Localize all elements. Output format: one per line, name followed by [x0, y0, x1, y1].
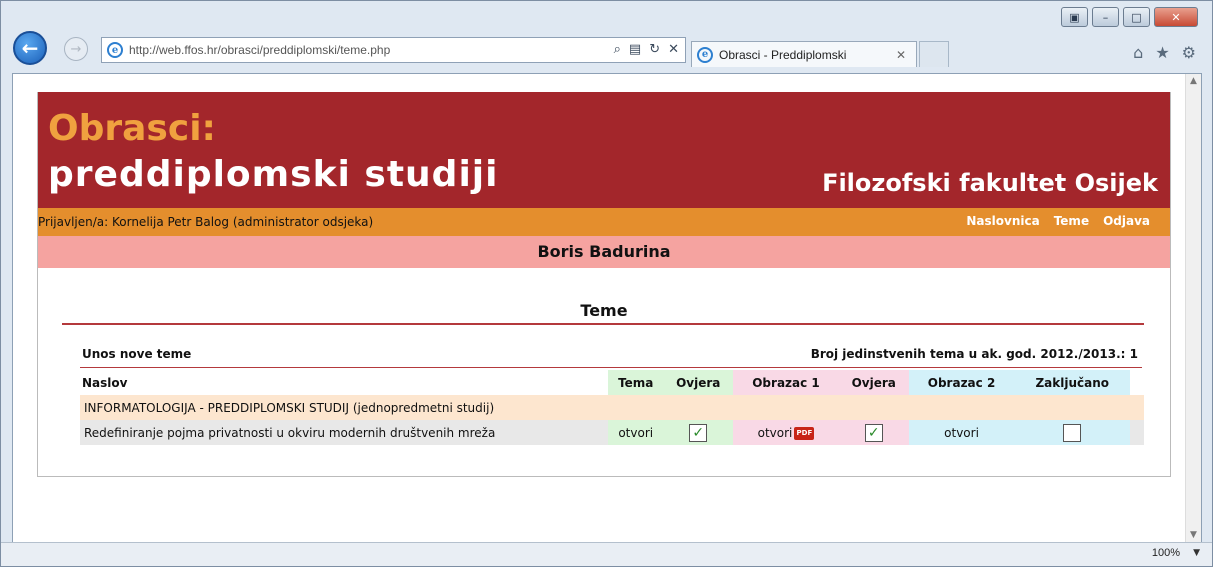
browser-window: ▣ – □ ✕ ← → e http://web.ffos.hr/obrasci…	[0, 0, 1213, 567]
scroll-up-icon[interactable]: ▲	[1190, 76, 1197, 86]
new-tab-button[interactable]	[919, 41, 949, 67]
ie-favicon-icon: e	[107, 42, 123, 58]
divider	[80, 367, 1142, 368]
pdf-icon[interactable]: PDF	[794, 426, 815, 440]
address-bar[interactable]: e http://web.ffos.hr/obrasci/preddiploms…	[101, 37, 686, 63]
user-bar: Prijavljen/a: Kornelija Petr Balog (admi…	[38, 208, 1170, 236]
col-ovjera-1: Ovjera	[663, 370, 733, 395]
gear-icon[interactable]: ⚙	[1182, 43, 1196, 62]
compat-icon[interactable]: ▤	[629, 42, 641, 57]
col-obrazac-2: Obrazac 2	[908, 370, 1015, 395]
toolbar-icons: ⌂ ★ ⚙	[1133, 43, 1196, 62]
ovjera-2-checkbox[interactable]: ✓	[864, 423, 883, 442]
zakljucano-checkbox[interactable]	[1063, 423, 1082, 442]
col-ovjera-2: Ovjera	[839, 370, 909, 395]
tab-close-icon[interactable]: ✕	[896, 48, 906, 62]
topics-table: Naslov Tema Ovjera Obrazac 1 Ovjera Obra…	[80, 370, 1144, 445]
window-controls: ▣ – □ ✕	[1061, 7, 1198, 27]
header-title-line2: preddiplomski studiji	[48, 154, 499, 195]
row-end	[1130, 420, 1144, 445]
tab-active[interactable]: e Obrasci - Preddiplomski ✕	[691, 41, 917, 67]
obrazac-1-open-link[interactable]: otvori	[758, 426, 793, 440]
section-title: Teme	[580, 301, 628, 320]
info-line: Unos nove teme Broj jedinstvenih tema u …	[82, 345, 1138, 365]
back-button[interactable]: ←	[13, 31, 47, 65]
minimize-button[interactable]: –	[1092, 7, 1119, 27]
nav-teme-link[interactable]: Teme	[1054, 214, 1089, 228]
faculty-name: Filozofski fakultet Osijek	[822, 169, 1158, 197]
close-button[interactable]: ✕	[1154, 7, 1198, 27]
tab-favicon-icon: e	[697, 46, 713, 63]
person-name: Boris Badurina	[38, 236, 1170, 268]
home-icon[interactable]: ⌂	[1133, 43, 1143, 62]
tab-title: Obrasci - Preddiplomski	[719, 47, 847, 62]
top-nav: Naslovnica Teme Odjava	[966, 214, 1150, 228]
restore-icon[interactable]: ▣	[1061, 7, 1088, 27]
vertical-scrollbar[interactable]: ▲ ▼	[1185, 74, 1201, 542]
col-obrazac-1: Obrazac 1	[733, 370, 839, 395]
header-title-line1: Obrasci:	[48, 108, 216, 149]
col-end	[1130, 370, 1144, 395]
chevron-down-icon[interactable]: ▼	[1193, 548, 1200, 558]
forward-button[interactable]: →	[64, 37, 88, 61]
new-topic-link[interactable]: Unos nove teme	[82, 347, 191, 361]
tema-open-link[interactable]: otvori	[608, 420, 664, 445]
logged-in-user: Prijavljen/a: Kornelija Petr Balog (admi…	[38, 215, 374, 229]
nav-naslovnica-link[interactable]: Naslovnica	[966, 214, 1039, 228]
col-tema: Tema	[608, 370, 664, 395]
obrazac-1-cell: otvori PDF	[733, 420, 839, 445]
col-naslov: Naslov	[82, 375, 128, 390]
status-bar: 100% ▼	[1, 542, 1212, 566]
zoom-level[interactable]: 100%	[1152, 547, 1180, 559]
address-tools: ⌕ ▤ ↻ ✕	[614, 42, 679, 57]
col-zakljucano: Zaključano	[1014, 370, 1130, 395]
stop-icon[interactable]: ✕	[668, 42, 679, 57]
page-container: Obrasci: preddiplomski studiji Filozofsk…	[37, 92, 1171, 477]
favorites-star-icon[interactable]: ★	[1155, 43, 1169, 62]
refresh-icon[interactable]: ↻	[649, 42, 660, 57]
divider	[62, 323, 1144, 325]
url-text[interactable]: http://web.ffos.hr/obrasci/preddiplomski…	[129, 43, 390, 57]
scroll-down-icon[interactable]: ▼	[1190, 530, 1197, 540]
header-banner: Obrasci: preddiplomski studiji Filozofsk…	[38, 92, 1170, 208]
topic-title: Redefiniranje pojma privatnosti u okviru…	[80, 420, 608, 445]
topic-count: Broj jedinstvenih tema u ak. god. 2012./…	[810, 347, 1138, 361]
page-viewport: Obrasci: preddiplomski studiji Filozofsk…	[12, 73, 1202, 543]
group-row: INFORMATOLOGIJA - PREDDIPLOMSKI STUDIJ (…	[80, 395, 1144, 420]
table-header-row: Naslov Tema Ovjera Obrazac 1 Ovjera Obra…	[80, 370, 1144, 395]
search-icon[interactable]: ⌕	[614, 42, 621, 57]
ovjera-1-cell: ✓	[663, 420, 733, 445]
ovjera-1-checkbox[interactable]: ✓	[689, 423, 708, 442]
obrazac-2-open-link[interactable]: otvori	[908, 420, 1015, 445]
nav-odjava-link[interactable]: Odjava	[1103, 214, 1150, 228]
table-row: Redefiniranje pojma privatnosti u okviru…	[80, 420, 1144, 445]
zakljucano-cell	[1014, 420, 1130, 445]
group-label: INFORMATOLOGIJA - PREDDIPLOMSKI STUDIJ (…	[80, 395, 1144, 420]
navigation-bar: ← → e http://web.ffos.hr/obrasci/preddip…	[1, 27, 1212, 67]
maximize-button[interactable]: □	[1123, 7, 1150, 27]
ovjera-2-cell: ✓	[839, 420, 909, 445]
